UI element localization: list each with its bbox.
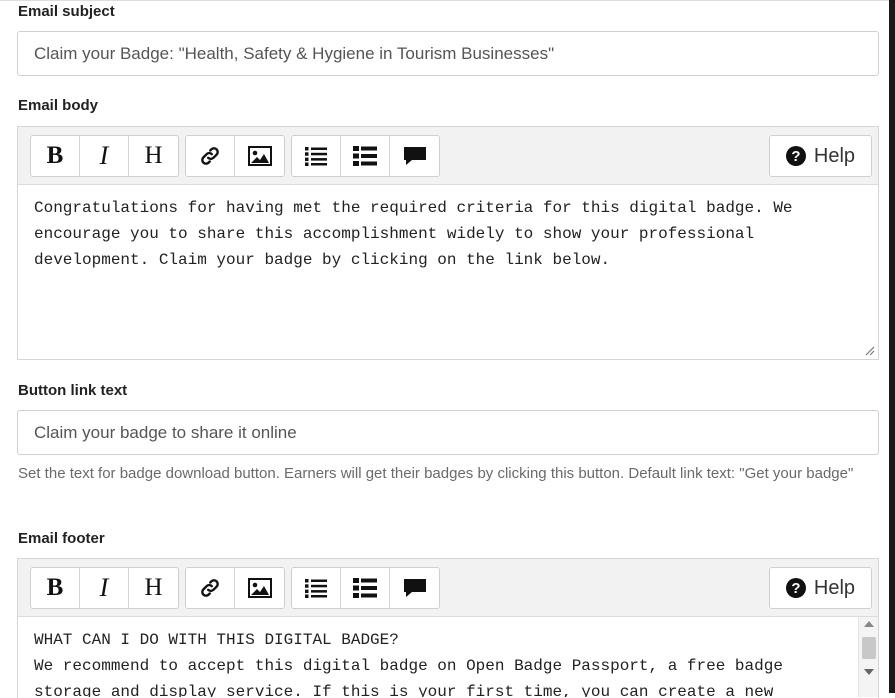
email-body-toolbar: B I H ? Help <box>18 127 878 185</box>
scroll-up-arrow-icon[interactable] <box>864 621 874 627</box>
format-button-group: B I H <box>30 135 179 177</box>
help-button[interactable]: ? Help <box>769 567 872 609</box>
footer-scrollbar[interactable] <box>858 617 878 697</box>
link-icon <box>201 579 219 597</box>
help-button[interactable]: ? Help <box>769 135 872 177</box>
link-button[interactable] <box>186 136 235 176</box>
image-icon <box>247 578 272 598</box>
quote-button[interactable] <box>390 136 439 176</box>
resize-grip-icon[interactable] <box>865 346 875 356</box>
ordered-list-icon <box>353 146 377 166</box>
email-body-editor: B I H ? Help Congratulations for having … <box>17 126 879 360</box>
unordered-list-button[interactable] <box>292 136 341 176</box>
list-button-group <box>291 135 440 177</box>
unordered-list-button[interactable] <box>292 568 341 608</box>
italic-button[interactable]: I <box>80 136 129 176</box>
unordered-list-icon <box>305 579 327 598</box>
email-body-label: Email body <box>18 97 99 114</box>
heading-button[interactable]: H <box>129 568 178 608</box>
ordered-list-button[interactable] <box>341 568 390 608</box>
button-link-help-text: Set the text for badge download button. … <box>18 465 854 482</box>
email-footer-line: storage and display service. If this is … <box>34 683 774 697</box>
image-icon <box>247 146 272 166</box>
insert-button-group <box>185 567 285 609</box>
list-button-group <box>291 567 440 609</box>
email-body-textarea[interactable]: Congratulations for having met the requi… <box>18 185 878 359</box>
email-footer-textarea[interactable]: WHAT CAN I DO WITH THIS DIGITAL BADGE? W… <box>18 617 878 697</box>
email-body-line: Congratulations for having met the requi… <box>34 199 793 217</box>
email-footer-line: WHAT CAN I DO WITH THIS DIGITAL BADGE? <box>34 631 399 649</box>
email-subject-input[interactable]: Claim your Badge: "Health, Safety & Hygi… <box>17 31 879 76</box>
scroll-thumb[interactable] <box>862 637 876 659</box>
bold-button[interactable]: B <box>31 136 80 176</box>
bold-button[interactable]: B <box>31 568 80 608</box>
quote-icon <box>403 579 426 597</box>
help-button-label: Help <box>813 144 856 167</box>
italic-button[interactable]: I <box>80 568 129 608</box>
unordered-list-icon <box>305 147 327 166</box>
email-footer-line: We recommend to accept this digital badg… <box>34 657 783 675</box>
ordered-list-icon <box>353 578 377 598</box>
button-link-text-input[interactable]: Claim your badge to share it online <box>17 410 879 455</box>
insert-button-group <box>185 135 285 177</box>
email-footer-toolbar: B I H ? Help <box>18 559 878 617</box>
scroll-down-arrow-icon[interactable] <box>864 669 874 675</box>
email-body-line: encourage you to share this accomplishme… <box>34 225 755 243</box>
link-button[interactable] <box>186 568 235 608</box>
email-footer-editor: B I H ? Help WHAT CAN I DO WITH THIS DIG… <box>17 558 879 698</box>
link-icon <box>201 147 219 165</box>
window-top-edge <box>0 0 895 1</box>
image-button[interactable] <box>235 136 284 176</box>
image-button[interactable] <box>235 568 284 608</box>
question-circle-icon: ? <box>785 578 806 598</box>
window-right-edge <box>889 0 895 693</box>
help-button-label: Help <box>813 576 856 599</box>
ordered-list-button[interactable] <box>341 136 390 176</box>
email-body-line: development. Claim your badge by clickin… <box>34 251 611 269</box>
question-circle-icon: ? <box>785 146 806 166</box>
button-link-text-label: Button link text <box>18 382 128 399</box>
quote-icon <box>403 147 426 165</box>
quote-button[interactable] <box>390 568 439 608</box>
heading-button[interactable]: H <box>129 136 178 176</box>
format-button-group: B I H <box>30 567 179 609</box>
email-footer-label: Email footer <box>18 530 105 547</box>
email-subject-label: Email subject <box>18 3 115 20</box>
